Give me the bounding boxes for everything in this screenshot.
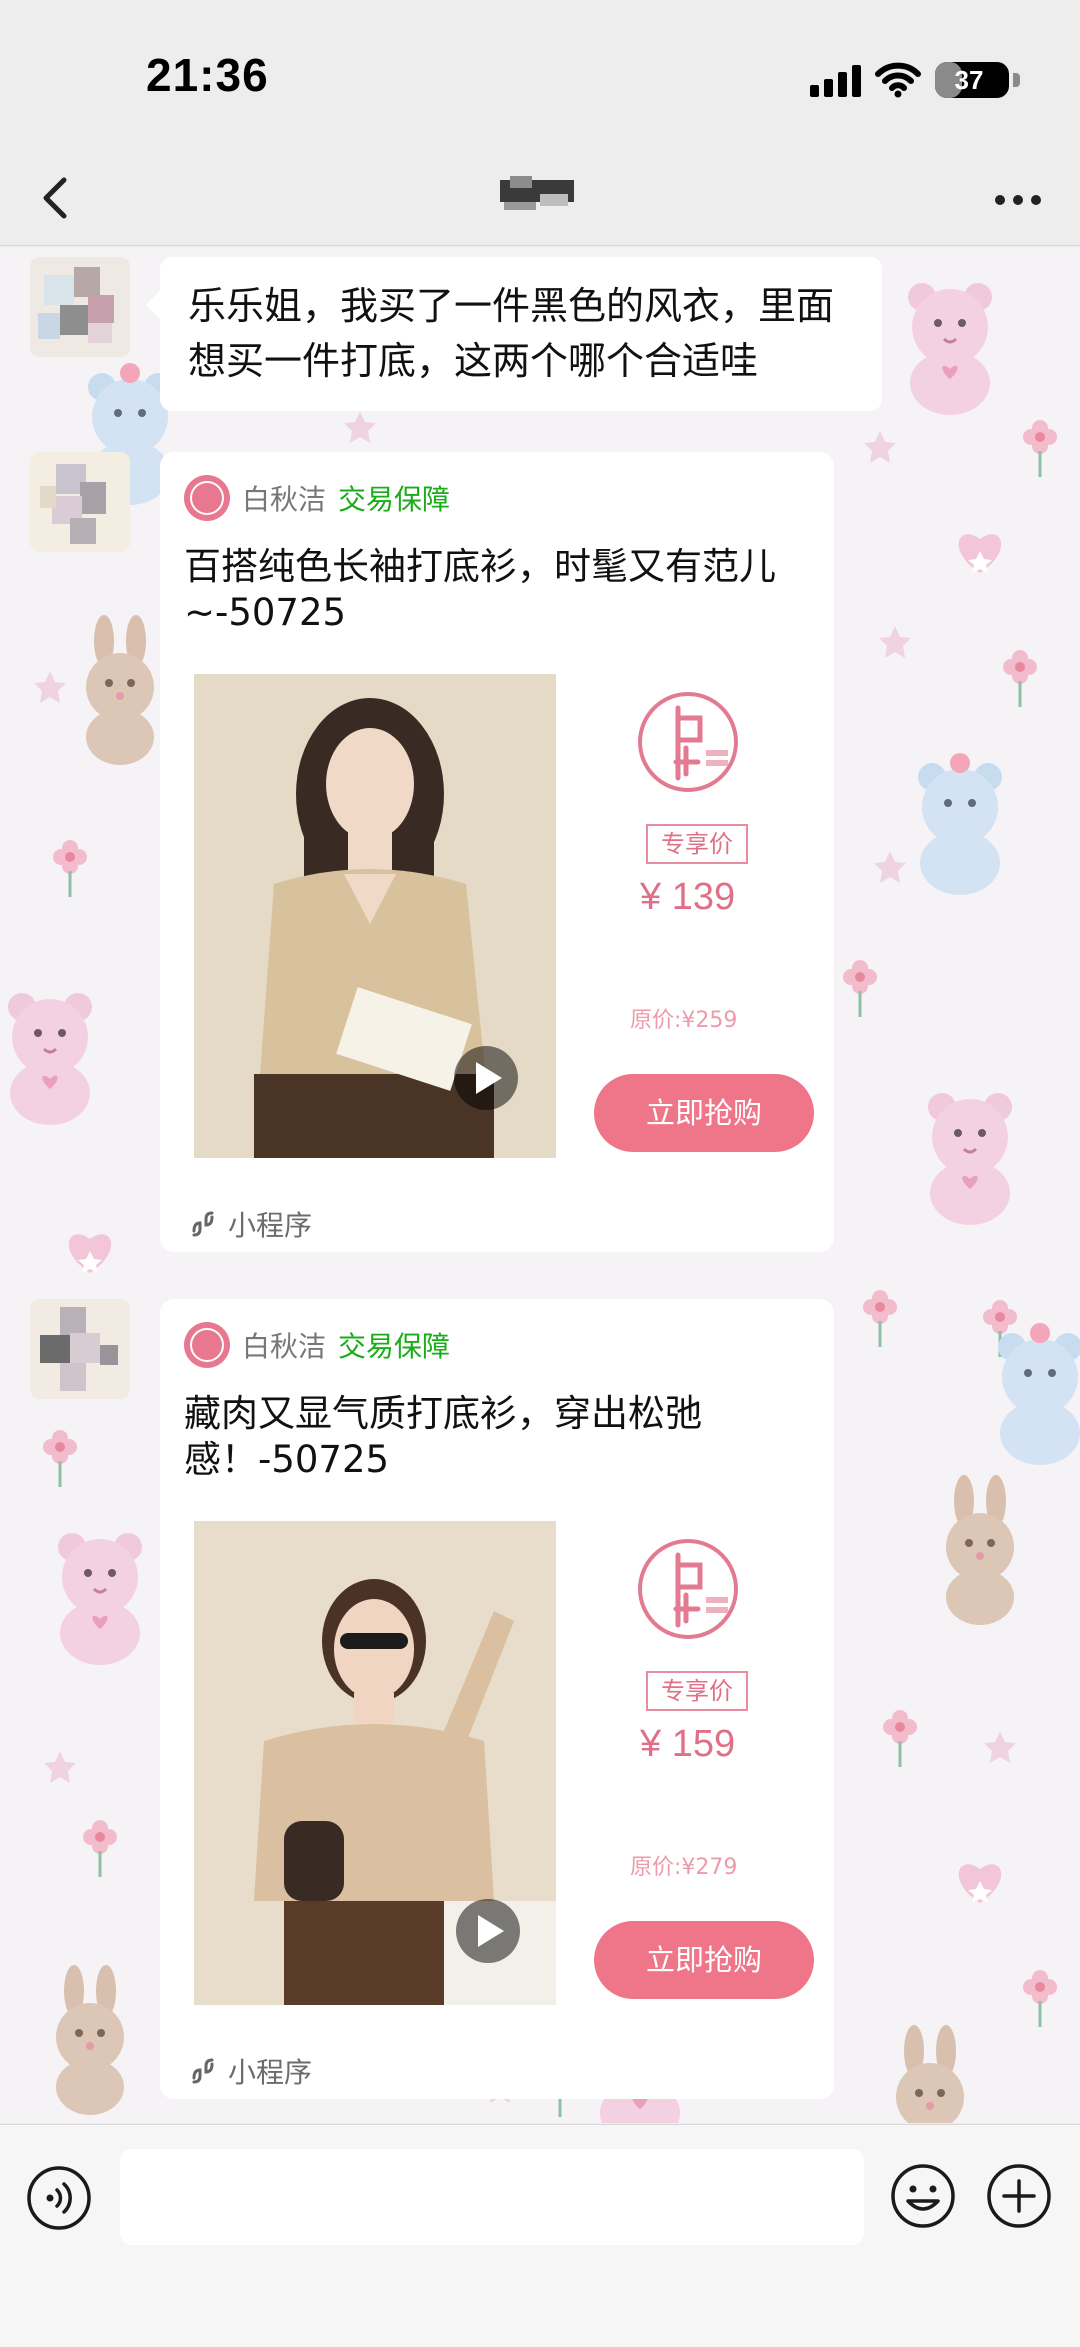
battery-percent: 37 xyxy=(954,65,984,95)
mini-program-icon xyxy=(192,2058,214,2084)
product-price: ¥ 159 xyxy=(640,1723,736,1765)
buy-now-button[interactable]: 立即抢购 xyxy=(594,1074,814,1152)
mini-program-label: 小程序 xyxy=(188,2051,312,2091)
chat-screen: 21:36 37 乐乐姐，我买了一件黑色的风衣，里面想买一件打底，这两个哪个合适… xyxy=(0,0,1080,2347)
message-bubble[interactable]: 乐乐姐，我买了一件黑色的风衣，里面想买一件打底，这两个哪个合适哇 xyxy=(146,257,882,411)
status-icons: 37 xyxy=(810,58,1020,102)
product-card[interactable]: 白秋洁 交易保障 藏肉又显气质打底衫，穿出松弛感！-50725 专享价 ¥ 15… xyxy=(160,1299,834,2099)
chat-area[interactable]: 乐乐姐，我买了一件黑色的风衣，里面想买一件打底，这两个哪个合适哇 白秋洁 交易保… xyxy=(0,247,1080,2123)
back-icon[interactable] xyxy=(30,168,90,228)
avatar-image xyxy=(30,1299,130,1399)
original-price: 原价:¥259 xyxy=(630,1008,738,1033)
wifi-icon xyxy=(875,62,921,98)
signal-icon xyxy=(810,63,861,97)
avatar-image xyxy=(30,452,130,552)
guarantee-label: 交易保障 xyxy=(338,1330,451,1363)
brand-seal-icon xyxy=(638,692,738,792)
avatar[interactable] xyxy=(30,452,130,552)
navigation-bar xyxy=(0,150,1080,246)
product-image[interactable] xyxy=(194,674,556,1158)
plus-icon[interactable] xyxy=(986,2163,1052,2229)
product-title: 藏肉又显气质打底衫，穿出松弛感！-50725 xyxy=(184,1392,702,1481)
product-card[interactable]: 白秋洁 交易保障 百搭纯色长袖打底衫，时髦又有范儿~-50725 专享价 ¥ 1… xyxy=(160,452,834,1252)
mini-program-text: 小程序 xyxy=(228,1209,313,1242)
product-title: 百搭纯色长袖打底衫，时髦又有范儿~-50725 xyxy=(184,545,776,634)
more-icon[interactable] xyxy=(988,172,1048,222)
card-header: 白秋洁 交易保障 xyxy=(184,474,450,522)
shop-logo-icon xyxy=(184,1322,230,1368)
guarantee-label: 交易保障 xyxy=(338,483,451,516)
shop-name: 白秋洁 xyxy=(242,483,327,516)
message-input[interactable] xyxy=(120,2149,864,2245)
exclusive-price-badge: 专享价 xyxy=(646,824,748,864)
original-price: 原价:¥279 xyxy=(630,1855,738,1880)
avatar[interactable] xyxy=(30,1299,130,1399)
status-time: 21:36 xyxy=(146,49,269,101)
buy-now-button[interactable]: 立即抢购 xyxy=(594,1921,814,1999)
shop-logo-icon xyxy=(184,475,230,521)
mini-program-text: 小程序 xyxy=(228,2056,313,2089)
battery-tip xyxy=(1013,73,1020,87)
shop-name: 白秋洁 xyxy=(242,1330,327,1363)
avatar-image xyxy=(30,257,130,357)
chat-title-redacted xyxy=(500,176,574,210)
emoji-icon[interactable] xyxy=(890,2163,956,2229)
mini-program-label: 小程序 xyxy=(188,1204,312,1244)
card-header: 白秋洁 交易保障 xyxy=(184,1321,450,1369)
status-bar: 21:36 37 xyxy=(0,0,1080,150)
product-image[interactable] xyxy=(194,1521,556,2005)
brand-seal-icon xyxy=(638,1539,738,1639)
voice-icon[interactable] xyxy=(26,2165,92,2231)
product-price: ¥ 139 xyxy=(640,876,736,918)
input-bar xyxy=(0,2124,1080,2347)
exclusive-price-badge: 专享价 xyxy=(646,1671,748,1711)
mini-program-icon xyxy=(192,1211,214,1237)
avatar[interactable] xyxy=(30,257,130,357)
battery-icon: 37 xyxy=(935,62,1009,98)
